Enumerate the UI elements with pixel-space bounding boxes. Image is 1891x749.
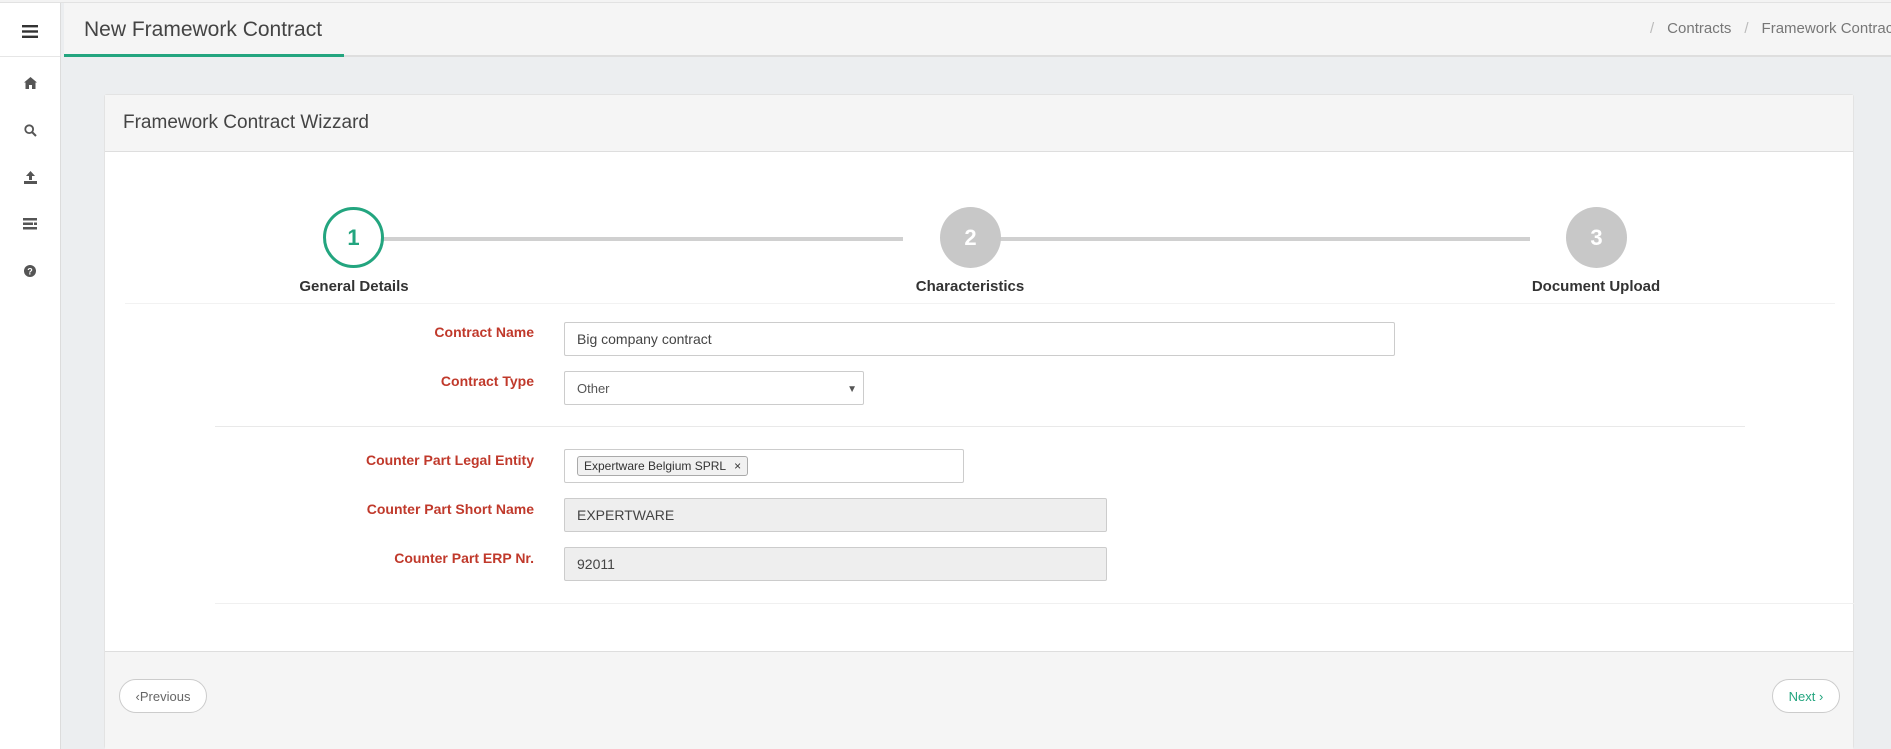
sidebar-item-help[interactable]: ?: [0, 251, 60, 291]
counter-part-legal-entity-input[interactable]: Expertware Belgium SPRL ×: [564, 449, 964, 483]
sidebar-item-home[interactable]: [0, 63, 60, 103]
breadcrumb: / Contracts / Framework Contract: [1637, 20, 1891, 37]
step-1-label: General Details: [299, 278, 409, 295]
divider: [215, 603, 1855, 604]
caret-down-icon: ▼: [847, 384, 857, 395]
remove-tag-icon[interactable]: ×: [734, 459, 741, 473]
divider: [125, 303, 1835, 304]
counter-part-erp-input[interactable]: 92011: [564, 547, 1107, 581]
panel-title: Framework Contract Wizzard: [123, 112, 369, 133]
step-1-circle[interactable]: 1: [323, 207, 384, 268]
panel-header: Framework Contract Wizzard: [105, 95, 1853, 152]
breadcrumb-current: Framework Contract: [1761, 20, 1891, 37]
svg-text:?: ?: [27, 266, 33, 276]
list-icon: [23, 218, 37, 230]
breadcrumb-separator: /: [1650, 20, 1655, 37]
counter-part-short-name-input[interactable]: EXPERTWARE: [564, 498, 1107, 532]
page-header: New Framework Contract / Contracts / Fra…: [64, 3, 1891, 57]
step-connector: [965, 237, 1530, 241]
next-button[interactable]: Next ›: [1772, 679, 1840, 713]
step-3-label: Document Upload: [1531, 278, 1661, 295]
selected-entity-text: Expertware Belgium SPRL: [584, 459, 727, 473]
step-connector: [353, 237, 903, 241]
menu-toggle-button[interactable]: [0, 7, 60, 57]
divider: [215, 426, 1745, 427]
page-title: New Framework Contract: [84, 18, 323, 41]
counter-part-short-name-label: Counter Part Short Name: [366, 501, 534, 517]
contract-type-label: Contract Type: [440, 373, 534, 389]
sidebar-item-upload[interactable]: [0, 157, 60, 197]
upload-icon: [23, 170, 37, 184]
selected-entity-tag: Expertware Belgium SPRL ×: [577, 456, 749, 476]
search-icon: [23, 123, 37, 137]
contract-name-label: Contract Name: [434, 324, 534, 340]
sidebar: ?: [0, 3, 61, 749]
sidebar-item-list[interactable]: [0, 204, 60, 244]
previous-button[interactable]: ‹Previous: [119, 679, 207, 713]
counter-part-legal-entity-label: Counter Part Legal Entity: [365, 452, 534, 468]
contract-name-input[interactable]: Big company contract: [564, 322, 1395, 356]
step-2-circle[interactable]: 2: [940, 207, 1001, 268]
contract-type-value: Other: [577, 380, 610, 396]
panel-footer: ‹Previous Next ›: [105, 651, 1853, 749]
step-3-circle[interactable]: 3: [1566, 207, 1627, 268]
home-icon: [23, 77, 37, 89]
breadcrumb-separator: /: [1744, 20, 1749, 37]
title-underline: [64, 54, 344, 57]
wizard-panel: Framework Contract Wizzard 1 General Det…: [104, 94, 1855, 749]
counter-part-erp-label: Counter Part ERP Nr.: [394, 550, 534, 566]
step-2-label: Characteristics: [915, 278, 1025, 295]
contract-type-select[interactable]: Other ▼: [564, 371, 864, 405]
hamburger-icon: [22, 25, 38, 38]
sidebar-item-search[interactable]: [0, 110, 60, 150]
help-icon: ?: [24, 265, 36, 277]
breadcrumb-contracts[interactable]: Contracts: [1667, 20, 1731, 37]
